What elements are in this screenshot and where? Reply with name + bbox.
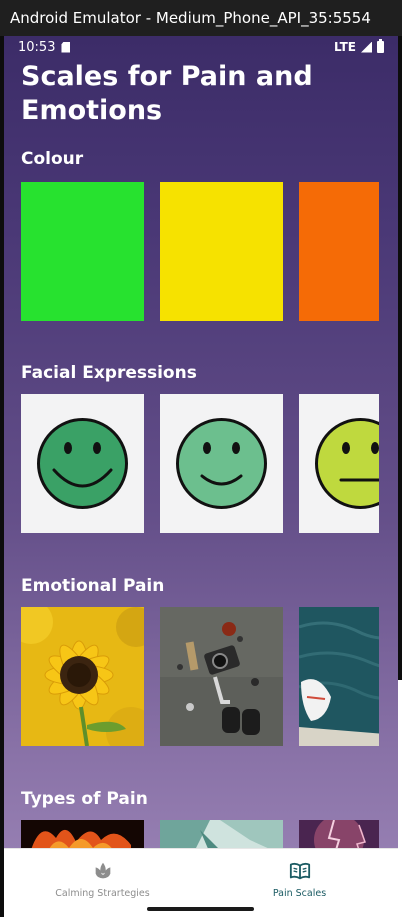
floating-objects-image: [160, 607, 283, 746]
big-smile-face-icon: [37, 418, 128, 509]
section-title-facial: Facial Expressions: [21, 363, 197, 383]
photo-sunflower[interactable]: [21, 607, 144, 746]
lotus-icon: [95, 862, 110, 879]
emulator-title-bar: Android Emulator - Medium_Phone_API_35:5…: [0, 0, 402, 36]
colour-row[interactable]: [21, 182, 379, 321]
home-indicator[interactable]: [147, 907, 254, 911]
photo-floating-objects[interactable]: [160, 607, 283, 746]
window-title: Android Emulator - Medium_Phone_API_35:5…: [10, 9, 371, 27]
colour-tile-orange[interactable]: [299, 182, 379, 321]
sunflower-image: [21, 607, 144, 746]
bottom-navigation: Calming Strartegies Pain Scales: [4, 848, 398, 917]
smile-face-icon: [176, 418, 267, 509]
colour-tile-green[interactable]: [21, 182, 144, 321]
section-title-types: Types of Pain: [21, 789, 148, 809]
status-time: 10:53: [18, 39, 56, 55]
network-type: LTE: [333, 40, 356, 54]
neutral-face-icon: [315, 418, 379, 509]
page-title: Scales for Pain and Emotions: [21, 61, 313, 126]
section-title-emotional: Emotional Pain: [21, 576, 165, 596]
photo-feet-over-water[interactable]: [299, 607, 379, 746]
colour-tile-yellow[interactable]: [160, 182, 283, 321]
battery-icon: [377, 39, 384, 53]
phone-screen: 10:53 LTE Scales for Pain and Emotions C…: [4, 36, 398, 917]
nav-item-calming-strategies[interactable]: Calming Strartegies: [4, 849, 201, 899]
nav-item-pain-scales[interactable]: Pain Scales: [201, 849, 398, 899]
face-tile-big-smile[interactable]: [21, 394, 144, 533]
nav-label-calming: Calming Strartegies: [55, 888, 150, 899]
book-icon: [289, 862, 310, 880]
signal-icon: [361, 41, 372, 53]
nav-label-pain-scales: Pain Scales: [272, 888, 327, 899]
facial-row[interactable]: [21, 394, 379, 533]
section-title-colour: Colour: [21, 149, 84, 169]
feet-over-water-image: [299, 607, 379, 746]
status-bar: 10:53 LTE: [4, 36, 398, 58]
sd-card-icon: [61, 41, 71, 53]
face-tile-smile[interactable]: [160, 394, 283, 533]
device-frame-right-lower: [398, 680, 402, 917]
emotional-row[interactable]: [21, 607, 379, 746]
face-tile-neutral[interactable]: [299, 394, 379, 533]
